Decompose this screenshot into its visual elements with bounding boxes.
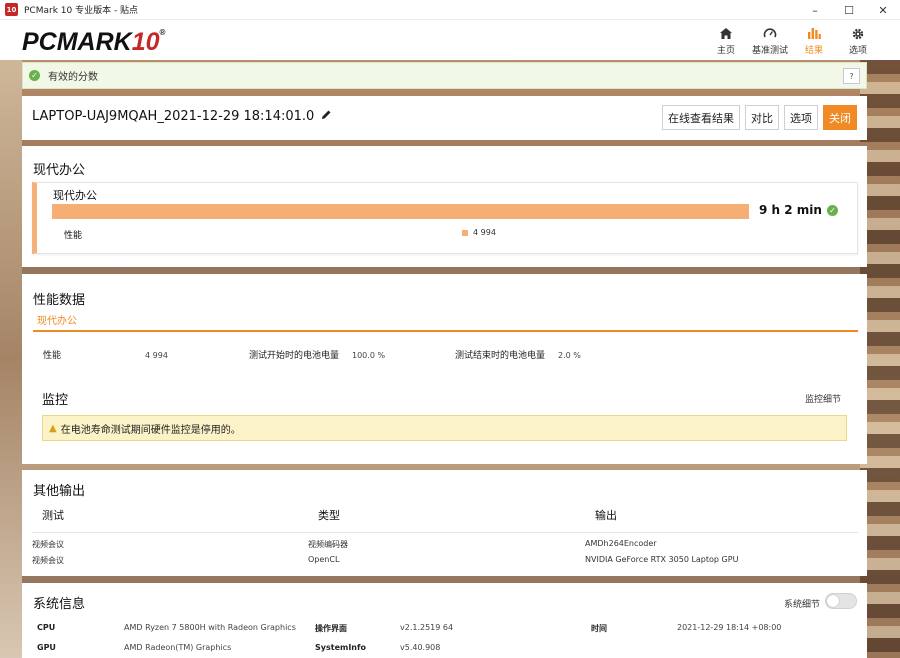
battery-end-value: 2.0 % — [558, 351, 581, 360]
table-cell: 视频会议 — [32, 540, 64, 549]
nav-results-label: 结果 — [804, 45, 823, 56]
maximize-icon[interactable]: ☐ — [832, 0, 866, 20]
main-nav: 主页 基准测试 结果 选项 — [704, 22, 880, 58]
nav-home-label: 主页 — [716, 45, 735, 56]
warning-icon: ▲ — [49, 422, 57, 434]
score-card-title: 现代办公 — [53, 189, 97, 202]
time-value: 2021-12-29 18:14 +08:00 — [677, 623, 782, 632]
nav-benchmarks[interactable]: 基准测试 — [748, 22, 792, 58]
table-cell: NVIDIA GeForce RTX 3050 Laptop GPU — [585, 555, 739, 564]
table-cell: 视频编码器 — [308, 540, 348, 549]
perf-row-value: 4 994 — [145, 351, 168, 360]
minimize-icon[interactable]: – — [798, 0, 832, 20]
cpu-value: AMD Ryzen 7 5800H with Radeon Graphics — [124, 623, 296, 632]
monitor-warning: ▲ 在电池寿命测试期间硬件监控是停用的。 — [42, 415, 847, 441]
gauge-icon — [763, 25, 777, 43]
cpu-label: CPU — [37, 623, 56, 632]
table-cell: OpenCL — [308, 555, 340, 564]
valid-score-text: 有效的分数 — [48, 72, 98, 83]
nav-results[interactable]: 结果 — [792, 22, 836, 58]
time-label: 时间 — [591, 624, 607, 633]
system-details-label: 系统细节 — [783, 600, 820, 610]
sysinfo-value: v5.40.908 — [400, 643, 441, 652]
modern-office-panel: 现代办公 现代办公 9 h 2 min ✓ 性能 4 994 — [22, 146, 867, 267]
window-title: PCMark 10 专业版本 - 贴点 — [24, 6, 139, 16]
result-name-text: LAPTOP-UAJ9MQAH_2021-12-29 18:14:01.0 — [32, 109, 315, 124]
perf-row-label: 性能 — [43, 351, 62, 361]
battery-start-label: 测试开始时的电池电量 — [249, 351, 340, 361]
bar-chart-icon — [807, 25, 821, 43]
result-name: LAPTOP-UAJ9MQAH_2021-12-29 18:14:01.0 — [32, 109, 332, 124]
app-icon: 10 — [5, 3, 18, 16]
view-online-button[interactable]: 在线查看结果 — [662, 105, 740, 130]
battery-start-value: 100.0 % — [352, 351, 386, 360]
close-icon[interactable]: ✕ — [866, 0, 900, 20]
performance-data-panel: 性能数据 现代办公 性能 4 994 测试开始时的电池电量 100.0 % 测试… — [22, 274, 867, 464]
monitor-details-link[interactable]: 监控细节 — [805, 392, 841, 405]
help-button[interactable]: ? — [843, 68, 860, 84]
nav-home[interactable]: 主页 — [704, 22, 748, 58]
table-cell: 视频会议 — [32, 556, 64, 565]
score-card: 现代办公 9 h 2 min ✓ 性能 4 994 — [32, 182, 858, 254]
gpu-label: GPU — [37, 643, 56, 652]
column-header-output: 输出 — [595, 509, 617, 522]
system-info-panel: 系统信息 系统细节 CPU AMD Ryzen 7 5800H with Rad… — [22, 583, 867, 658]
ui-label: 操作界面 — [315, 624, 347, 633]
window-controls: – ☐ ✕ — [798, 0, 900, 20]
compare-button[interactable]: 对比 — [745, 105, 779, 130]
battery-end-label: 测试结束时的电池电量 — [455, 351, 546, 361]
sys-section-title: 系统信息 — [33, 597, 86, 612]
gear-icon — [851, 25, 865, 43]
gpu-value: AMD Radeon(TM) Graphics — [124, 643, 232, 652]
valid-score-banner: ✓ 有效的分数 ? — [22, 62, 867, 89]
sysinfo-label: SystemInfo — [315, 643, 366, 652]
check-icon: ✓ — [826, 204, 838, 216]
perf-value: 4 994 — [462, 228, 496, 237]
perf-section-title: 性能数据 — [33, 293, 86, 308]
nav-options-label: 选项 — [848, 45, 867, 56]
ui-value: v2.1.2519 64 — [400, 623, 454, 632]
other-section-title: 其他输出 — [33, 484, 86, 499]
table-cell: AMDh264Encoder — [585, 539, 657, 548]
score-bar — [52, 204, 749, 219]
system-details-toggle[interactable] — [825, 593, 857, 609]
options-button[interactable]: 选项 — [784, 105, 818, 130]
pcmark-logo: PCMARK10® — [22, 28, 166, 56]
perf-label: 性能 — [64, 231, 83, 241]
monitor-title: 监控 — [42, 393, 69, 408]
result-header: LAPTOP-UAJ9MQAH_2021-12-29 18:14:01.0 在线… — [22, 96, 867, 140]
header-divider — [32, 532, 858, 533]
close-button[interactable]: 关闭 — [823, 105, 857, 130]
result-actions: 在线查看结果 对比 选项 关闭 — [662, 105, 857, 130]
office-section-title: 现代办公 — [33, 163, 86, 178]
check-icon: ✓ — [29, 70, 40, 81]
other-outputs-panel: 其他输出 测试 类型 输出 视频会议 视频编码器 AMDh264Encoder … — [22, 470, 867, 576]
perf-value-text: 4 994 — [473, 228, 496, 237]
app-header: PCMARK10® 主页 基准测试 结果 选项 — [0, 20, 900, 60]
home-icon — [719, 25, 733, 43]
tab-modern-office[interactable]: 现代办公 — [37, 312, 77, 327]
monitor-warning-text: 在电池寿命测试期间硬件监控是停用的。 — [60, 424, 241, 436]
legend-swatch — [462, 229, 468, 236]
tab-underline — [33, 330, 858, 332]
column-header-test: 测试 — [42, 509, 64, 522]
score-value-text: 9 h 2 min — [759, 203, 822, 217]
column-header-type: 类型 — [318, 509, 340, 522]
edit-pencil-icon[interactable] — [321, 109, 332, 124]
window-titlebar: 10 PCMark 10 专业版本 - 贴点 – ☐ ✕ — [0, 0, 900, 20]
nav-benchmarks-label: 基准测试 — [751, 45, 788, 56]
score-value: 9 h 2 min ✓ — [759, 203, 838, 217]
nav-options[interactable]: 选项 — [836, 22, 880, 58]
